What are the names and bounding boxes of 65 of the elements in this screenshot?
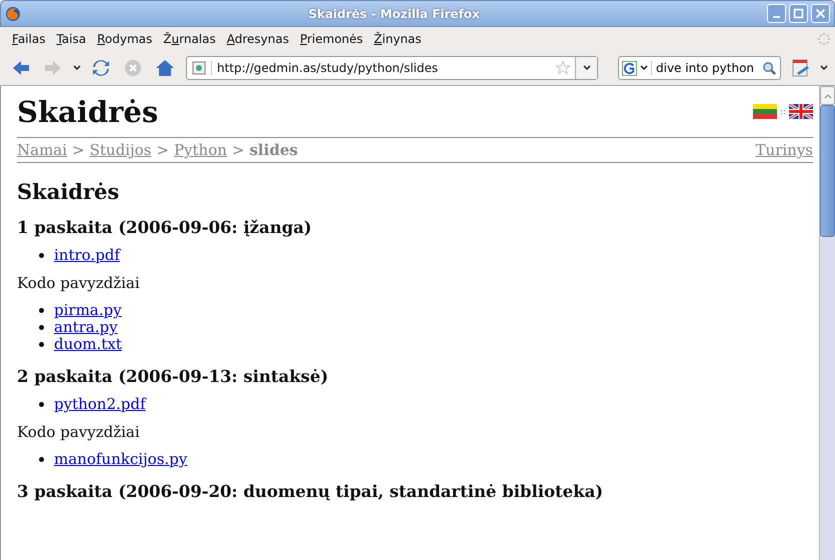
flag-icon[interactable] [789,104,813,119]
lecture-heading: 2 paskaita (2006-09-13: sintaksė) [17,367,330,386]
bullet-icon [39,325,44,330]
menu-item[interactable]: Priemonės [296,32,367,46]
chevron-down-icon [582,63,592,73]
contents-link[interactable]: Turinys [756,141,813,159]
scrollbar[interactable] [819,86,835,560]
address-field[interactable]: http://gedmin.as/study/python/slides [186,56,598,80]
bullet-icon [39,253,44,258]
minimize-icon [773,16,780,18]
star-icon[interactable] [555,60,571,76]
file-link[interactable]: antra.py [54,319,118,336]
browser-logo-icon [5,6,21,22]
breadcrumb-separator: > [232,141,244,159]
breadcrumb-link[interactable]: Studijos [90,141,152,159]
throbber-icon [817,32,831,46]
flag-icon[interactable] [752,104,777,119]
menu-item[interactable]: Rodymas [93,32,156,46]
file-link[interactable]: manofunkcijos.py [54,451,188,468]
menu-item[interactable]: Žinynas [370,32,426,46]
file-link[interactable]: intro.pdf [54,247,120,264]
breadcrumb-current: slides [249,141,298,159]
reload-icon [91,58,111,78]
menu-item[interactable]: Taisa [52,32,90,46]
examples-label: Kodo pavyzdžiai [17,274,141,292]
menu-item[interactable]: Failas [8,32,50,46]
minimize-button[interactable] [767,4,786,23]
breadcrumb-separator: > [156,141,169,159]
bullet-icon [39,402,44,407]
breadcrumb-separator: > [72,141,85,159]
search-text: dive into python [651,61,760,75]
house-icon [155,58,175,78]
close-icon [814,7,827,20]
breadcrumb-link[interactable]: Python [174,141,227,159]
file-link[interactable]: duom.txt [54,336,122,353]
language-separator: :: [780,106,786,116]
bullet-icon [39,308,44,313]
file-link[interactable]: python2.pdf [54,396,146,413]
notepad-icon[interactable] [791,58,811,78]
scroll-thumb[interactable] [820,105,835,237]
bullet-icon [39,457,44,462]
chevron-down-icon[interactable] [819,63,829,73]
page-heading: Skaidrės [17,179,120,204]
window-title: Skaidrės - Mozilla Firefox [307,6,481,20]
page-icon [192,61,206,75]
maximize-icon [792,7,805,20]
close-button[interactable] [811,4,830,23]
scroll-up-button[interactable] [820,86,835,105]
examples-label: Kodo pavyzdžiai [17,423,141,441]
search-icon[interactable] [762,60,777,76]
file-link[interactable]: pirma.py [54,302,122,319]
chevron-down-icon [72,63,82,73]
site-title: Skaidrės [17,94,158,128]
breadcrumb-link[interactable]: Namai [17,141,68,159]
search-field[interactable]: dive into python [618,56,781,80]
search-engine-icon[interactable] [622,60,637,76]
lecture-heading: 3 paskaita (2006-09-20: duomenų tipai, standartinė biblioteka) [17,482,604,501]
menu-item[interactable]: Adresynas [222,32,293,46]
chevron-down-icon[interactable] [639,63,649,73]
url-dropdown-button[interactable] [575,57,597,79]
maximize-button[interactable] [789,4,808,23]
bullet-icon [39,342,44,347]
menu-item[interactable]: Žurnalas [159,32,220,46]
lecture-heading: 1 paskaita (2006-09-06: įžanga) [17,218,313,237]
url-text: http://gedmin.as/study/python/slides [211,61,555,75]
